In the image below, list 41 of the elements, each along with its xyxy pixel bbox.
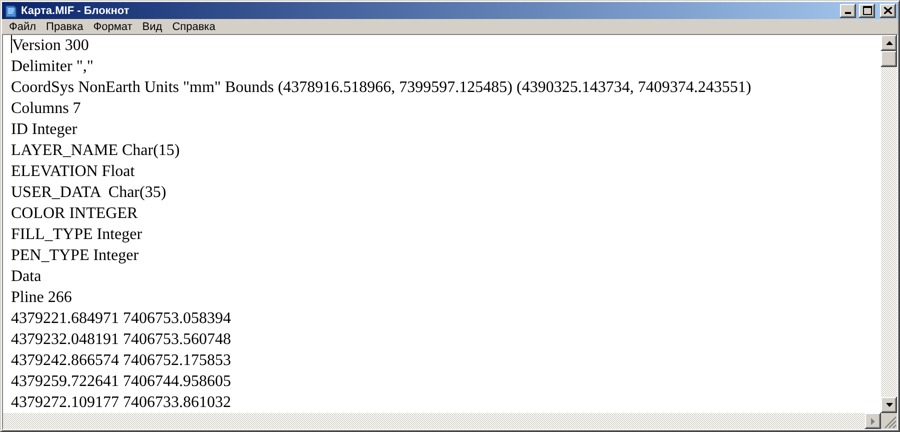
maximize-button[interactable] (859, 4, 875, 18)
scroll-up-button[interactable] (881, 35, 897, 51)
scroll-thumb[interactable] (881, 51, 897, 67)
menu-item[interactable]: Правка (41, 20, 88, 34)
text-line: CoordSys NonEarth Units "mm" Bounds (4378916.518966, 7399597.125485) (4390325.143734, 7409374.243551) (11, 78, 752, 98)
text-line: COLOR INTEGER (11, 204, 138, 224)
menu-item[interactable]: Вид (137, 20, 168, 34)
close-icon (884, 7, 892, 14)
text-line: FILL_TYPE Integer (11, 225, 142, 245)
horizontal-scrollbar[interactable] (3, 413, 897, 429)
scroll-down-button[interactable] (881, 397, 897, 413)
maximize-icon (862, 6, 872, 15)
text-line: LAYER_NAME Char(15) (11, 141, 180, 161)
text-line: Pline 266 (11, 288, 72, 308)
text-line: 4379272.109177 7406733.861032 (11, 393, 231, 413)
vertical-scrollbar[interactable] (881, 35, 897, 413)
text-area[interactable] (3, 35, 881, 413)
menu-item[interactable]: Формат (88, 20, 138, 34)
text-line: Delimiter "," (11, 57, 94, 77)
notepad-icon (4, 4, 18, 18)
text-line: USER_DATA Char(35) (11, 183, 166, 203)
down-arrow-icon (886, 403, 892, 407)
right-arrow-icon (871, 418, 875, 424)
minimize-button[interactable] (840, 4, 856, 18)
scroll-right-button[interactable] (865, 413, 881, 429)
text-line: PEN_TYPE Integer (11, 246, 139, 266)
up-arrow-icon (886, 41, 892, 45)
text-line: ELEVATION Float (11, 162, 135, 182)
size-grip-icon[interactable] (881, 413, 897, 429)
menu-item[interactable]: Справка (167, 20, 220, 34)
text-line: ID Integer (11, 120, 78, 140)
text-line: 4379232.048191 7406753.560748 (11, 330, 231, 350)
text-line: 4379259.722641 7406744.958605 (11, 372, 231, 392)
text-line: Data (11, 267, 42, 287)
text-line: Version 300 (11, 35, 89, 56)
text-line: 4379221.684971 7406753.058394 (11, 309, 231, 329)
window-title: Карта.MIF - Блокнот (21, 4, 130, 16)
menu-item[interactable]: Файл (4, 20, 42, 34)
close-button[interactable] (880, 4, 896, 18)
text-line: Columns 7 (11, 99, 81, 119)
text-line: 4379242.866574 7406752.175853 (11, 351, 231, 371)
